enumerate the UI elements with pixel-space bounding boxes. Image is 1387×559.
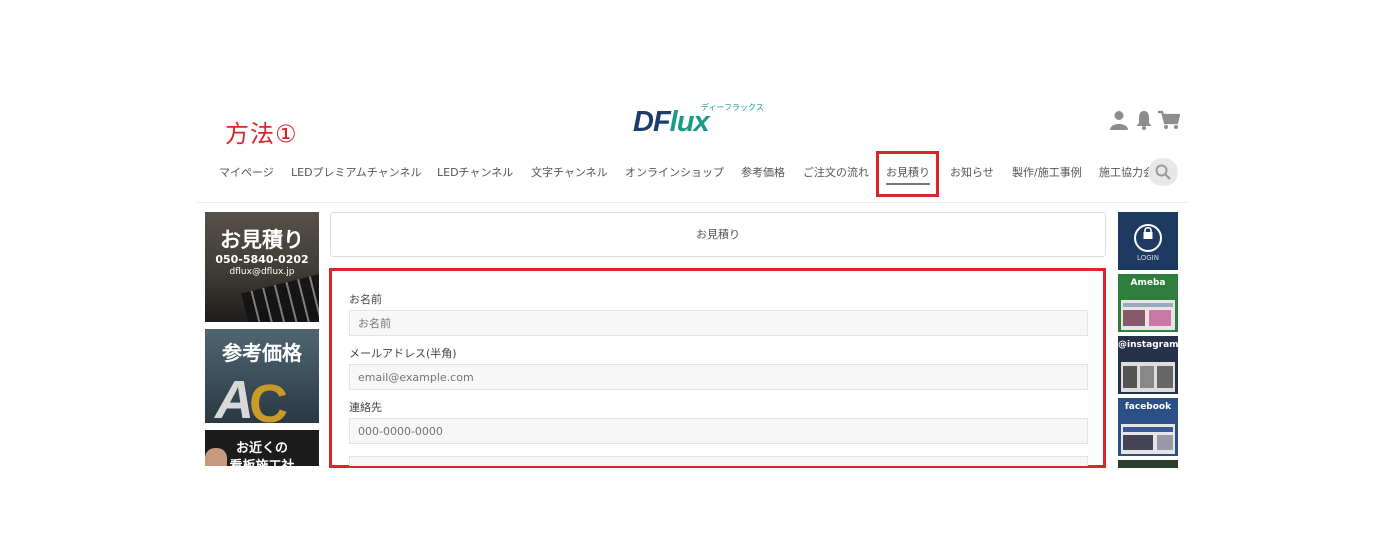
logo-tagline: ディーフラックス xyxy=(701,103,764,112)
search-icon xyxy=(1155,164,1171,180)
nav-item-partners[interactable]: 施工協力会 xyxy=(1099,164,1154,180)
calculator-keys-image xyxy=(240,271,319,322)
estimate-banner-phone: 050-5840-0202 xyxy=(215,253,309,266)
ameba-banner[interactable]: Ameba xyxy=(1118,274,1178,332)
nav-highlight-box xyxy=(876,151,939,197)
email-input[interactable] xyxy=(349,364,1088,390)
nearby-installer-banner[interactable]: お近くの 看板施工社 xyxy=(205,430,319,466)
nav-item-online-shop[interactable]: オンラインショップ xyxy=(625,164,724,180)
nearby-banner-line1: お近くの xyxy=(235,441,288,456)
logo-wordmark-lux: lux xyxy=(669,106,710,138)
logo-wordmark: DFlux xyxy=(633,106,710,139)
nav-item-led-channel[interactable]: LEDチャンネル xyxy=(437,164,513,180)
login-label: LOGIN xyxy=(1137,254,1159,262)
nav-item-letter-channel[interactable]: 文字チャンネル xyxy=(531,164,608,180)
instagram-screenshot xyxy=(1121,362,1175,392)
nav-item-order-flow[interactable]: ご注文の流れ xyxy=(803,164,869,180)
nearby-banner-line2: 看板施工社 xyxy=(205,455,319,466)
price-banner[interactable]: A C 参考価格 xyxy=(205,329,319,423)
nav-item-price[interactable]: 参考価格 xyxy=(741,164,785,180)
site-logo[interactable]: ディーフラックス DFlux xyxy=(633,100,764,140)
contact-input[interactable] xyxy=(349,418,1088,444)
nav-item-works[interactable]: 製作/施工事例 xyxy=(1012,164,1082,180)
facebook-banner[interactable]: facebook xyxy=(1118,398,1178,456)
estimate-banner[interactable]: お見積り 050-5840-0202 dflux@dflux.jp xyxy=(205,212,319,322)
estimate-banner-title: お見積り xyxy=(220,228,304,252)
price-banner-letter-c: C xyxy=(249,374,288,423)
next-field-input[interactable] xyxy=(349,456,1088,466)
bell-icon[interactable] xyxy=(1133,110,1155,132)
lock-icon xyxy=(1118,226,1178,244)
nav-item-mypage[interactable]: マイページ xyxy=(219,164,274,180)
header-divider xyxy=(197,202,1189,203)
instagram-label: @instagram xyxy=(1118,340,1178,350)
page-title: お見積り xyxy=(330,212,1106,257)
facebook-label: facebook xyxy=(1124,402,1172,412)
annotation-title: 方法① xyxy=(225,120,298,148)
ameba-screenshot xyxy=(1121,300,1175,330)
user-icon[interactable] xyxy=(1108,110,1130,132)
contact-label: 連絡先 xyxy=(349,401,382,414)
name-label: お名前 xyxy=(349,293,382,306)
estimate-banner-email: dflux@dflux.jp xyxy=(229,267,295,277)
logo-wordmark-df: DF xyxy=(633,106,671,138)
more-sidebar-banner[interactable] xyxy=(1118,460,1178,468)
ameba-label: Ameba xyxy=(1130,278,1166,288)
nav-item-news[interactable]: お知らせ xyxy=(950,164,994,180)
email-label: メールアドレス(半角) xyxy=(349,347,457,360)
facebook-screenshot xyxy=(1121,424,1175,454)
nav-item-led-premium[interactable]: LEDプレミアムチャンネル xyxy=(291,164,421,180)
cart-icon[interactable] xyxy=(1158,110,1181,132)
instagram-banner[interactable]: @instagram xyxy=(1118,336,1178,394)
login-banner[interactable]: LOGIN xyxy=(1118,212,1178,270)
search-button[interactable] xyxy=(1148,158,1178,186)
name-input[interactable] xyxy=(349,310,1088,336)
main-nav: マイページ LEDプレミアムチャンネル LEDチャンネル 文字チャンネル オンラ… xyxy=(205,158,1185,186)
price-banner-title: 参考価格 xyxy=(222,341,302,365)
